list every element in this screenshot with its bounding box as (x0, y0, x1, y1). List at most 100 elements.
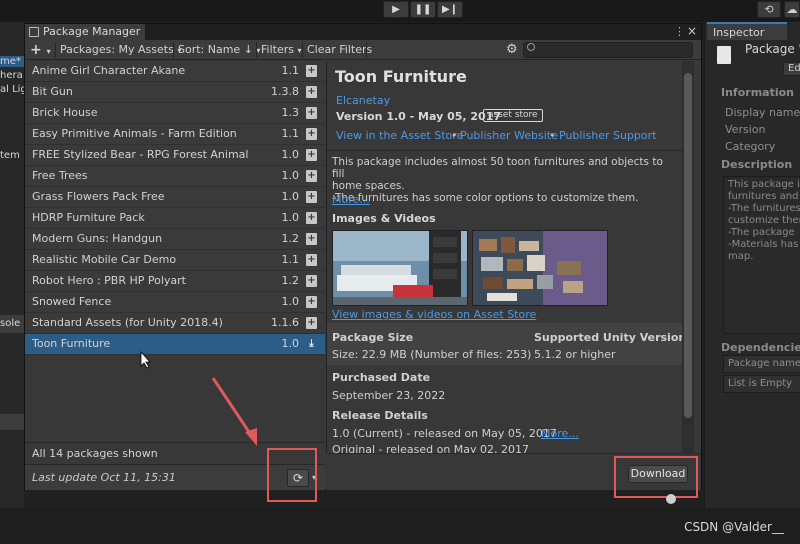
author-link[interactable]: Elcanetay (336, 94, 390, 107)
console-tab[interactable]: sole (0, 315, 24, 333)
inspector-tab-label: Inspector (713, 26, 765, 39)
publisher-website-link[interactable]: Publisher Website (460, 129, 558, 142)
add-button[interactable]: + ▾ (27, 42, 54, 58)
package-size-header: Package Size (332, 331, 414, 344)
package-row-snowed-fence[interactable]: Snowed Fence 1.0 + (25, 292, 325, 313)
hierarchy-item[interactable]: hera (0, 70, 23, 81)
play-icon[interactable]: ▶ (383, 1, 409, 18)
package-icon (29, 27, 39, 37)
search-icon (527, 43, 535, 51)
asset-store-icon: + (306, 254, 317, 266)
information-header: Information (721, 86, 794, 99)
size-versions-band: Package Size Size: 22.9 MB (Number of fi… (327, 323, 682, 365)
edit-button[interactable]: Edi (783, 62, 800, 76)
release-more-link[interactable]: More... (541, 427, 579, 440)
preview-image-1[interactable] (332, 230, 468, 306)
gear-icon[interactable]: ⚙ (503, 42, 521, 58)
asset-store-icon: + (306, 233, 317, 245)
package-size-value: Size: 22.9 MB (Number of files: 253) (332, 348, 532, 361)
toolbar-separator (173, 42, 174, 58)
package-row-easy-primitive-animals[interactable]: Easy Primitive Animals - Farm Edition 1.… (25, 124, 325, 145)
package-version: 1.0 (281, 148, 300, 161)
package-version: 1.0 (281, 169, 300, 182)
release-original: Original - released on May 02, 2017 (332, 443, 530, 453)
package-name: Standard Assets (for Unity 2018.4) (32, 316, 223, 329)
package-row-toon-furniture[interactable]: Toon Furniture 1.0 ⤓ (25, 334, 325, 355)
annotation-box-refresh (267, 448, 317, 502)
package-row-anime-girl[interactable]: Anime Girl Character Akane 1.1 + (25, 61, 325, 82)
pm-titlebar: Package Manager ⋮ × (25, 24, 701, 40)
pm-title: Package Manager (43, 25, 141, 38)
kebab-menu-icon[interactable]: ⋮ (674, 25, 685, 38)
package-row-brick-house[interactable]: Brick House 1.3 + (25, 103, 325, 124)
view-in-asset-store-link[interactable]: View in the Asset Store (336, 129, 463, 142)
filters-dropdown[interactable]: Filters ▾ (258, 42, 305, 58)
publisher-support-link[interactable]: Publisher Support (559, 129, 656, 142)
package-description: This package includes almost 50 toon fur… (332, 156, 663, 204)
dependencies-header: Dependencies (721, 341, 800, 354)
package-details: Toon Furniture Elcanetay Version 1.0 - M… (326, 61, 682, 453)
package-row-grass-flowers[interactable]: Grass Flowers Pack Free 1.0 + (25, 187, 325, 208)
package-row-hdrp-furniture[interactable]: HDRP Furniture Pack 1.0 + (25, 208, 325, 229)
package-version: 1.0 (281, 295, 300, 308)
package-row-robot-hero[interactable]: Robot Hero : PBR HP Polyart 1.2 + (25, 271, 325, 292)
package-row-modern-guns[interactable]: Modern Guns: Handgun 1.2 + (25, 229, 325, 250)
preview-image-2[interactable] (472, 230, 608, 306)
pause-icon[interactable]: ❚❚ (410, 1, 436, 18)
release-details-header: Release Details (332, 409, 428, 422)
hierarchy-panel-edge: me* hera al Lig tem sole (0, 22, 27, 508)
purchased-date-value: September 23, 2022 (332, 389, 446, 402)
release-current: 1.0 (Current) - released on May 05, 2017 (332, 427, 557, 440)
package-list: Anime Girl Character Akane 1.1 + Bit Gun… (25, 61, 325, 441)
package-version: 1.3 (281, 106, 300, 119)
cloud-icon[interactable]: ☁ (784, 1, 800, 18)
watermark: CSDN @Valder__ (684, 520, 784, 534)
main-toolbar: ▶ ❚❚ ▶❙ ⟲ ☁ (0, 0, 800, 22)
search-input[interactable] (523, 42, 693, 58)
toolbar-separator (366, 42, 367, 58)
description-text: This package i furnitures and c -The fur… (723, 176, 800, 334)
package-row-standard-assets[interactable]: Standard Assets (for Unity 2018.4) 1.1.6… (25, 313, 325, 334)
version-line: Version 1.0 - May 05, 2017 (336, 110, 502, 123)
asset-store-badge: asset store (483, 109, 543, 122)
hierarchy-item[interactable]: tem (0, 150, 20, 161)
mouse-cursor-icon (140, 351, 151, 369)
package-name: Easy Primitive Animals - Farm Edition (32, 127, 237, 140)
sort-dropdown[interactable]: Sort: Name ↓ ▾ (175, 42, 263, 58)
version-label: Version (725, 123, 766, 136)
step-icon[interactable]: ▶❙ (437, 1, 463, 18)
close-icon[interactable]: × (687, 24, 697, 38)
package-row-bit-gun[interactable]: Bit Gun 1.3.8 + (25, 82, 325, 103)
asset-store-icon: + (306, 128, 317, 140)
divider (327, 150, 682, 151)
package-row-stylized-bear[interactable]: FREE Stylized Bear - RPG Forest Animal 1… (25, 145, 325, 166)
view-images-link[interactable]: View images & videos on Asset Store (332, 308, 536, 321)
hierarchy-item[interactable]: me* (0, 56, 24, 67)
inspector-tab[interactable]: Inspector (707, 22, 787, 40)
toolbar-separator (302, 42, 303, 58)
package-name: FREE Stylized Bear - RPG Forest Animal (32, 148, 249, 161)
description-more-link[interactable]: More... (332, 193, 370, 206)
package-file-icon (717, 46, 731, 64)
details-scrollbar[interactable] (682, 61, 694, 453)
progress-dot-icon (666, 494, 676, 504)
packages-dropdown[interactable]: Packages: My Assets ▾ (57, 42, 184, 58)
images-videos-header: Images & Videos (332, 212, 436, 225)
status-bar (0, 494, 800, 544)
purchased-date-header: Purchased Date (332, 371, 431, 384)
asset-store-icon: + (306, 86, 317, 98)
package-row-realistic-car[interactable]: Realistic Mobile Car Demo 1.1 + (25, 250, 325, 271)
history-icon[interactable]: ⟲ (757, 1, 781, 18)
display-name-label: Display name (725, 106, 800, 119)
package-manager-window: Package Manager ⋮ × + ▾ Packages: My Ass… (24, 23, 702, 490)
clear-filters-button[interactable]: Clear Filters (304, 42, 375, 58)
scroll-thumb[interactable] (684, 73, 692, 418)
asset-store-icon: + (306, 212, 317, 224)
hierarchy-item[interactable]: al Lig (0, 84, 27, 95)
package-version: 1.1 (281, 127, 300, 140)
asset-store-icon: + (306, 107, 317, 119)
description-header: Description (721, 158, 793, 171)
pm-tab[interactable]: Package Manager (25, 24, 145, 40)
package-row-free-trees[interactable]: Free Trees 1.0 + (25, 166, 325, 187)
asset-store-icon: + (306, 296, 317, 308)
